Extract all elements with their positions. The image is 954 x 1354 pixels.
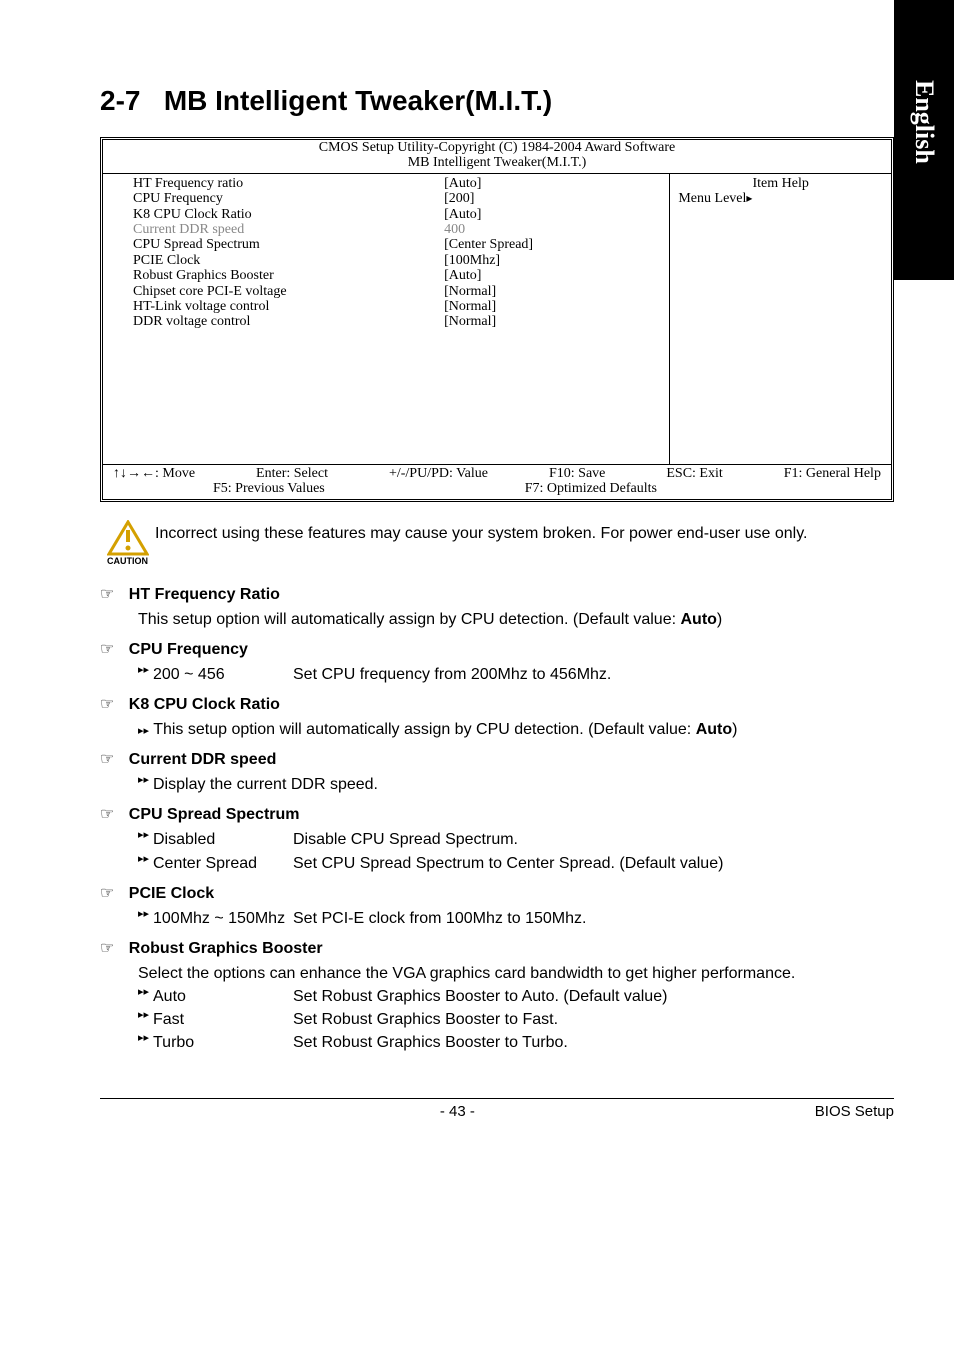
bios-setting-row: DDR voltage control[Normal] [133, 314, 669, 329]
bios-setting-row: K8 CPU Clock Ratio[Auto] [133, 207, 669, 222]
option-value-line: ▸▸Center SpreadSet CPU Spread Spectrum t… [138, 852, 894, 875]
page-title: 2-7 MB Intelligent Tweaker(M.I.T.) [100, 85, 894, 117]
bios-setting-row: Current DDR speed400 [133, 222, 669, 237]
option-section: ☞ Current DDR speed▸▸Display the current… [100, 749, 894, 796]
pointer-icon: ☞ [100, 806, 114, 823]
option-section: ☞ PCIE Clock▸▸100Mhz ~ 150MhzSet PCI-E c… [100, 883, 894, 930]
bios-screenshot: CMOS Setup Utility-Copyright (C) 1984-20… [100, 137, 894, 502]
option-value-line: ▸▸Display the current DDR speed. [138, 773, 894, 796]
option-value-line: ▸▸100Mhz ~ 150MhzSet PCI-E clock from 10… [138, 907, 894, 930]
menu-level-label: Menu Level [678, 191, 752, 206]
bios-setting-row: Chipset core PCI-E voltage[Normal] [133, 284, 669, 299]
pointer-icon: ☞ [100, 940, 114, 957]
pointer-icon: ☞ [100, 885, 114, 902]
bios-setting-row: CPU Spread Spectrum[Center Spread] [133, 237, 669, 252]
caution-text: Incorrect using these features may cause… [155, 520, 807, 543]
option-section: ☞ CPU Spread Spectrum▸▸DisabledDisable C… [100, 804, 894, 874]
option-section: ☞ CPU Frequency▸▸200 ~ 456Set CPU freque… [100, 639, 894, 686]
pointer-icon: ☞ [100, 641, 114, 658]
option-section: ☞ K8 CPU Clock Ratio▸▸ This setup option… [100, 694, 894, 741]
option-value-line: ▸▸FastSet Robust Graphics Booster to Fas… [138, 1008, 894, 1031]
bios-setting-row: HT-Link voltage control[Normal] [133, 299, 669, 314]
bios-setting-row: HT Frequency ratio[Auto] [133, 176, 669, 191]
bios-setting-row: CPU Frequency[200] [133, 191, 669, 206]
bios-header: CMOS Setup Utility-Copyright (C) 1984-20… [103, 140, 891, 174]
bios-setting-row: Robust Graphics Booster[Auto] [133, 268, 669, 283]
option-value-line: ▸▸DisabledDisable CPU Spread Spectrum. [138, 828, 894, 851]
option-value-line: ▸▸200 ~ 456Set CPU frequency from 200Mhz… [138, 663, 894, 686]
pointer-icon: ☞ [100, 751, 114, 768]
bios-footer: ↑↓→←: MoveEnter: Select+/-/PU/PD: ValueF… [103, 464, 891, 499]
bios-setting-row: PCIE Clock[100Mhz] [133, 253, 669, 268]
page-footer: - 43 - BIOS Setup [100, 1098, 894, 1120]
caution-icon: CAUTION [100, 520, 155, 566]
pointer-icon: ☞ [100, 586, 114, 603]
option-value-line: ▸▸AutoSet Robust Graphics Booster to Aut… [138, 985, 894, 1008]
option-value-line: ▸▸TurboSet Robust Graphics Booster to Tu… [138, 1031, 894, 1054]
pointer-icon: ☞ [100, 696, 114, 713]
item-help-label: Item Help [678, 176, 883, 191]
option-section: ☞ Robust Graphics BoosterSelect the opti… [100, 938, 894, 1055]
option-section: ☞ HT Frequency RatioThis setup option wi… [100, 584, 894, 631]
